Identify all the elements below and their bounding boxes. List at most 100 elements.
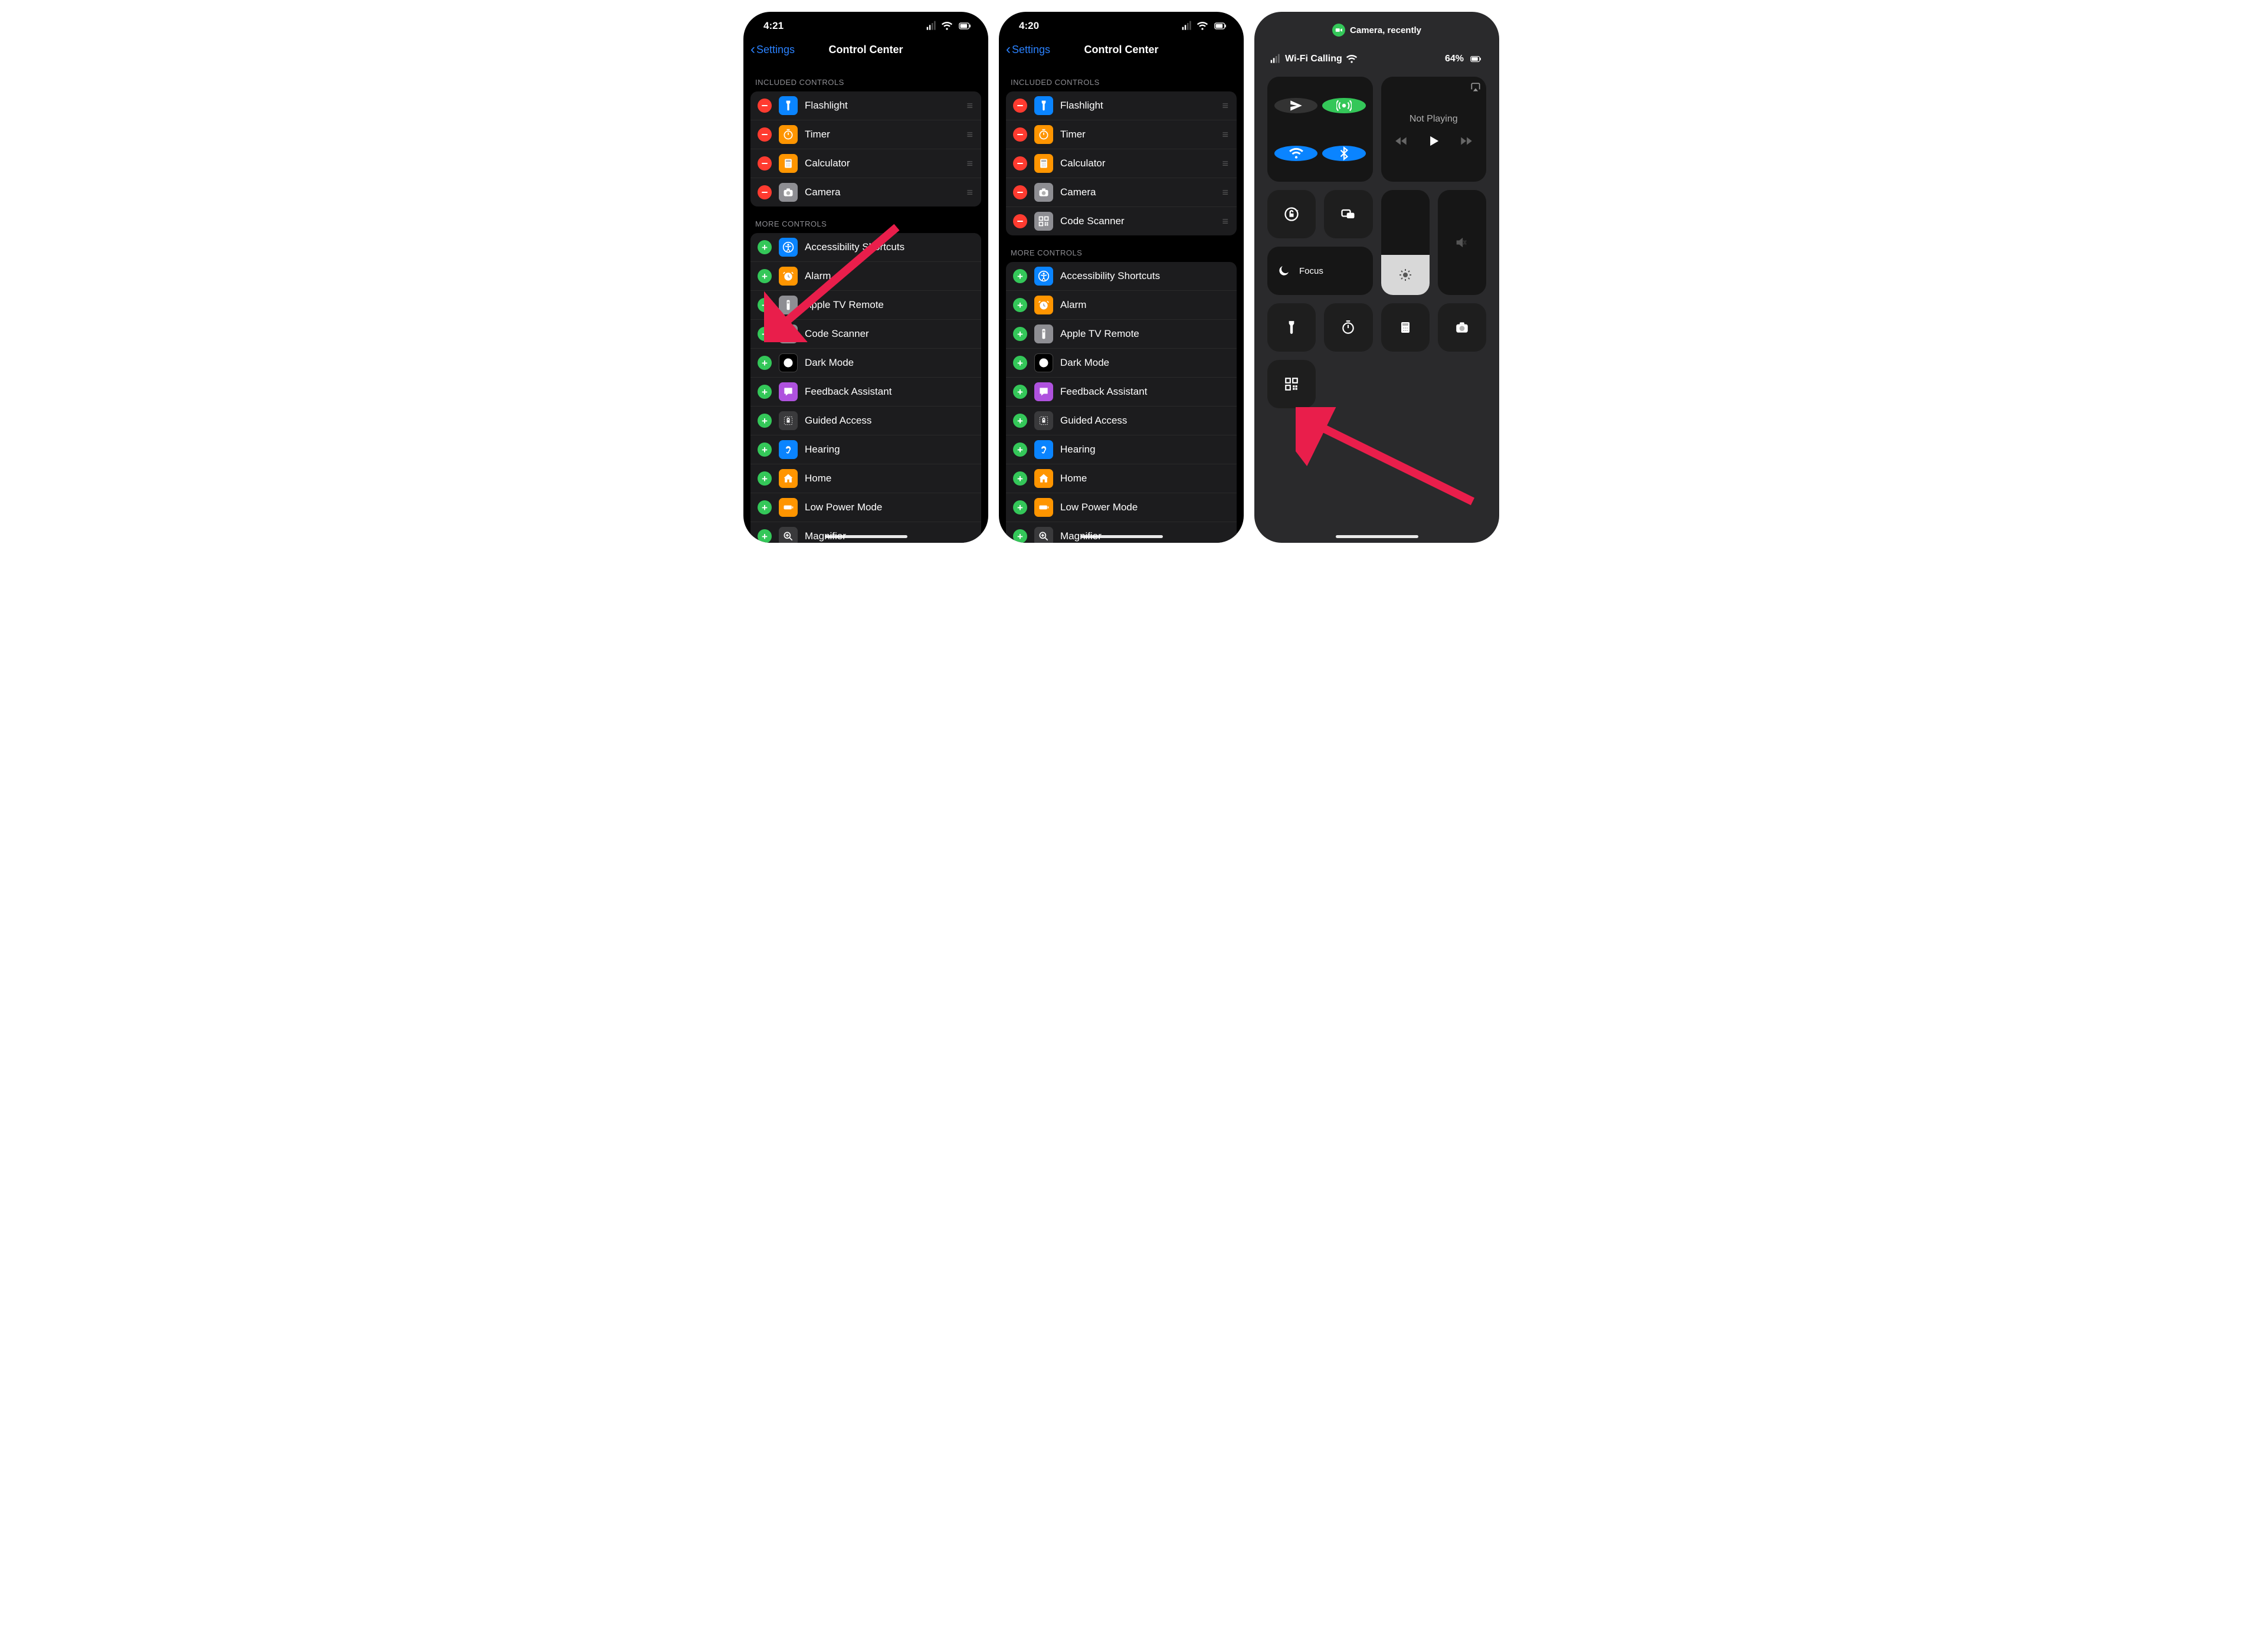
- ear-icon: [1034, 440, 1053, 459]
- control-row[interactable]: Guided Access: [1006, 406, 1237, 435]
- control-row[interactable]: Home: [750, 464, 981, 493]
- control-label: Apple TV Remote: [805, 299, 974, 311]
- add-button[interactable]: [758, 414, 772, 428]
- control-row[interactable]: Magnifier: [750, 522, 981, 543]
- rewind-button[interactable]: [1394, 133, 1409, 149]
- add-button[interactable]: [1013, 529, 1027, 543]
- drag-handle[interactable]: ≡: [1222, 215, 1227, 228]
- control-row[interactable]: Camera ≡: [1006, 178, 1237, 206]
- add-button[interactable]: [758, 385, 772, 399]
- media-module[interactable]: Not Playing: [1381, 77, 1487, 182]
- control-row[interactable]: Accessibility Shortcuts: [1006, 262, 1237, 290]
- add-button[interactable]: [758, 471, 772, 486]
- control-row[interactable]: Calculator≡: [1006, 149, 1237, 178]
- add-button[interactable]: [758, 298, 772, 312]
- control-row[interactable]: Hearing: [1006, 435, 1237, 464]
- control-row[interactable]: Hearing: [750, 435, 981, 464]
- home-indicator[interactable]: [1080, 535, 1163, 538]
- add-button[interactable]: [758, 442, 772, 457]
- wifi-button[interactable]: [1274, 146, 1317, 161]
- add-button[interactable]: [1013, 500, 1027, 514]
- connectivity-module[interactable]: [1267, 77, 1373, 182]
- add-button[interactable]: [758, 269, 772, 283]
- remove-button[interactable]: [758, 127, 772, 142]
- drag-handle[interactable]: ≡: [1222, 100, 1227, 112]
- code-scanner-button[interactable]: [1267, 360, 1316, 408]
- screenshot-2: 4:20 ‹ Settings Control Center Included …: [999, 12, 1244, 543]
- airplane-mode-button[interactable]: [1274, 98, 1317, 113]
- bluetooth-button[interactable]: [1322, 146, 1365, 161]
- control-row[interactable]: Flashlight≡: [1006, 91, 1237, 120]
- home-indicator[interactable]: [1336, 535, 1418, 538]
- control-row[interactable]: Alarm: [750, 261, 981, 290]
- control-row[interactable]: Feedback Assistant: [1006, 377, 1237, 406]
- drag-handle[interactable]: ≡: [966, 158, 972, 170]
- control-row[interactable]: Low Power Mode: [1006, 493, 1237, 522]
- add-button[interactable]: [758, 327, 772, 341]
- orientation-lock-button[interactable]: [1267, 190, 1316, 238]
- accessibility-icon: [779, 238, 798, 257]
- add-button[interactable]: [758, 240, 772, 254]
- drag-handle[interactable]: ≡: [966, 100, 972, 112]
- control-row[interactable]: Accessibility Shortcuts: [750, 233, 981, 261]
- control-row[interactable]: Flashlight≡: [750, 91, 981, 120]
- drag-handle[interactable]: ≡: [1222, 129, 1227, 141]
- screen-mirroring-button[interactable]: [1324, 190, 1372, 238]
- control-row[interactable]: Timer≡: [750, 120, 981, 149]
- focus-button[interactable]: Focus: [1267, 247, 1373, 295]
- control-row[interactable]: Low Power Mode: [750, 493, 981, 522]
- control-row[interactable]: Feedback Assistant: [750, 377, 981, 406]
- add-button[interactable]: [758, 356, 772, 370]
- control-row[interactable]: Home: [1006, 464, 1237, 493]
- remove-button[interactable]: [1013, 99, 1027, 113]
- remove-button[interactable]: [1013, 214, 1027, 228]
- control-row[interactable]: Camera≡: [750, 178, 981, 206]
- cellular-data-button[interactable]: [1322, 98, 1365, 113]
- control-row[interactable]: Guided Access: [750, 406, 981, 435]
- control-row[interactable]: Apple TV Remote: [750, 290, 981, 319]
- add-button[interactable]: [758, 529, 772, 543]
- drag-handle[interactable]: ≡: [1222, 158, 1227, 170]
- privacy-indicator[interactable]: Camera, recently: [1254, 12, 1499, 40]
- drag-handle[interactable]: ≡: [966, 186, 972, 199]
- brightness-slider[interactable]: [1381, 190, 1430, 295]
- add-button[interactable]: [1013, 385, 1027, 399]
- control-row[interactable]: Dark Mode: [750, 348, 981, 377]
- control-row[interactable]: Dark Mode: [1006, 348, 1237, 377]
- control-row[interactable]: Apple TV Remote: [1006, 319, 1237, 348]
- timer-button[interactable]: [1324, 303, 1372, 352]
- control-row[interactable]: Alarm: [1006, 290, 1237, 319]
- remove-button[interactable]: [758, 99, 772, 113]
- remove-button[interactable]: [758, 156, 772, 171]
- home-indicator[interactable]: [825, 535, 907, 538]
- control-row[interactable]: Code Scanner≡: [1006, 206, 1237, 235]
- add-button[interactable]: [1013, 269, 1027, 283]
- add-button[interactable]: [1013, 442, 1027, 457]
- remove-button[interactable]: [758, 185, 772, 199]
- drag-handle[interactable]: ≡: [966, 129, 972, 141]
- control-row[interactable]: Magnifier: [1006, 522, 1237, 543]
- add-button[interactable]: [1013, 471, 1027, 486]
- add-button[interactable]: [1013, 414, 1027, 428]
- flashlight-button[interactable]: [1267, 303, 1316, 352]
- add-button[interactable]: [1013, 327, 1027, 341]
- add-button[interactable]: [758, 500, 772, 514]
- calculator-button[interactable]: [1381, 303, 1430, 352]
- airplay-icon[interactable]: [1470, 81, 1481, 93]
- control-label: Camera: [1060, 186, 1215, 198]
- control-row[interactable]: Timer≡: [1006, 120, 1237, 149]
- drag-handle[interactable]: ≡: [1222, 186, 1227, 199]
- remove-button[interactable]: [1013, 185, 1027, 199]
- control-row[interactable]: Code Scanner: [750, 319, 981, 348]
- forward-button[interactable]: [1458, 133, 1474, 149]
- add-button[interactable]: [1013, 298, 1027, 312]
- section-included: Included Controls: [743, 65, 988, 91]
- play-button[interactable]: [1425, 133, 1442, 149]
- add-button[interactable]: [1013, 356, 1027, 370]
- remove-button[interactable]: [1013, 156, 1027, 171]
- camera-button[interactable]: [1438, 303, 1486, 352]
- control-label: Code Scanner: [805, 328, 974, 340]
- remove-button[interactable]: [1013, 127, 1027, 142]
- volume-slider[interactable]: [1438, 190, 1486, 295]
- control-row[interactable]: Calculator≡: [750, 149, 981, 178]
